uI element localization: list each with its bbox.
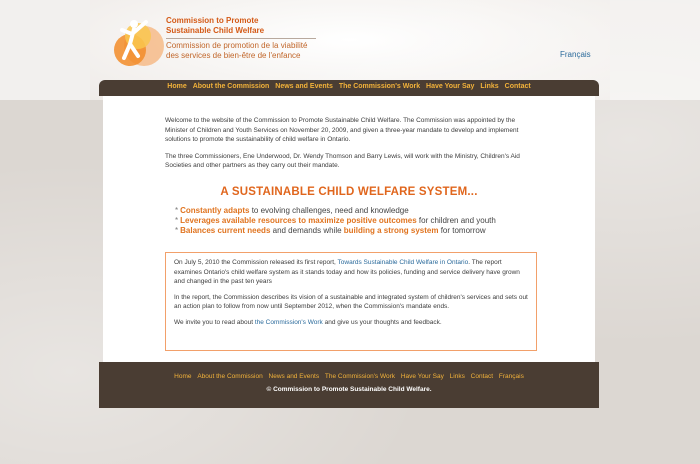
bullet-highlight: Constantly adapts: [180, 206, 250, 215]
bullet-text: for children and youth: [416, 216, 496, 225]
notice-p3-text-end: and give us your thoughts and feedback.: [322, 318, 442, 326]
notice-paragraph-1: On July 5, 2010 the Commission released …: [174, 258, 528, 287]
star-bullet-icon: *: [175, 226, 179, 235]
star-bullet-icon: *: [175, 216, 179, 225]
logo-figure-icon: [114, 20, 164, 66]
main-nav: Home About the Commission News and Event…: [99, 83, 599, 90]
logo-en-line2: Sustainable Child Welfare: [166, 26, 265, 35]
bullet-highlight: Leverages available resources to maximiz…: [180, 216, 417, 225]
logo-fr-line2: des services de bien-être de l'enfance: [166, 51, 301, 60]
report-notice-box: On July 5, 2010 the Commission released …: [165, 252, 537, 351]
bullet-highlight: Balances current needs: [180, 226, 271, 235]
nav-have-your-say[interactable]: Have Your Say: [426, 83, 474, 90]
footer-nav: Home About the Commission News and Event…: [99, 373, 599, 380]
intro-paragraph-1: Welcome to the website of the Commission…: [165, 117, 519, 143]
nav-links[interactable]: Links: [480, 83, 498, 90]
report-link[interactable]: Towards Sustainable Child Welfare in Ont…: [338, 259, 469, 266]
intro-paragraph-2: The three Commissioners, Ene Underwood, …: [165, 152, 520, 170]
nav-contact[interactable]: Contact: [505, 83, 531, 90]
intro-text: Welcome to the website of the Commission…: [165, 116, 537, 178]
logo-divider: [166, 38, 316, 39]
logo-title-french: Commission de promotion de la viabilité …: [166, 41, 336, 61]
nav-news[interactable]: News and Events: [275, 83, 333, 90]
nav-about[interactable]: About the Commission: [193, 83, 270, 90]
logo-title-english: Commission to Promote Sustainable Child …: [166, 16, 316, 36]
footer-nav-home[interactable]: Home: [174, 373, 191, 380]
footer-nav-links[interactable]: Links: [450, 373, 465, 380]
star-bullet-icon: *: [175, 206, 179, 215]
nav-home[interactable]: Home: [167, 83, 186, 90]
bullet-text: to evolving challenges, need and knowled…: [249, 206, 409, 215]
notice-p1-text: On July 5, 2010 the Commission released …: [174, 259, 338, 266]
nav-work[interactable]: The Commission's Work: [339, 83, 420, 90]
bullet-item: * Leverages available resources to maximi…: [175, 216, 555, 226]
footer-nav-francais[interactable]: Français: [499, 373, 524, 380]
site-logo[interactable]: Commission to Promote Sustainable Child …: [108, 14, 316, 70]
language-toggle-link[interactable]: Français: [560, 50, 591, 59]
logo-fr-line1: Commission de promotion de la viabilité: [166, 41, 308, 50]
commission-work-link[interactable]: the Commission's Work: [255, 319, 323, 326]
footer-nav-work[interactable]: The Commission's Work: [325, 373, 395, 380]
slogan-bullet-list: * Constantly adapts to evolving challenge…: [175, 206, 555, 236]
logo-en-line1: Commission to Promote: [166, 16, 259, 25]
bullet-highlight-2: building a strong system: [343, 226, 439, 235]
site-footer: Home About the Commission News and Event…: [99, 362, 599, 408]
footer-nav-have-your-say[interactable]: Have Your Say: [401, 373, 444, 380]
bullet-text: and demands while: [270, 226, 344, 235]
top-navigation-bar: Home About the Commission News and Event…: [99, 80, 599, 96]
main-frame: Home About the Commission News and Event…: [99, 80, 599, 408]
bullet-text-2: for tomorrow: [438, 226, 486, 235]
bullet-item: * Constantly adapts to evolving challenge…: [175, 206, 555, 216]
content-area: Welcome to the website of the Commission…: [103, 96, 595, 362]
copyright-text: © Commission to Promote Sustainable Chil…: [266, 386, 432, 393]
notice-p3-text: We invite you to read about: [174, 318, 255, 326]
notice-paragraph-2: In the report, the Commission describes …: [174, 293, 528, 311]
slogan-heading: A SUSTAINABLE CHILD WELFARE SYSTEM...: [220, 186, 478, 198]
bullet-item: * Balances current needs and demands whil…: [175, 226, 555, 236]
footer-nav-about[interactable]: About the Commission: [197, 373, 262, 380]
notice-paragraph-3: We invite you to read about the Commissi…: [174, 318, 528, 328]
footer-nav-contact[interactable]: Contact: [471, 373, 493, 380]
footer-nav-news[interactable]: News and Events: [269, 373, 320, 380]
